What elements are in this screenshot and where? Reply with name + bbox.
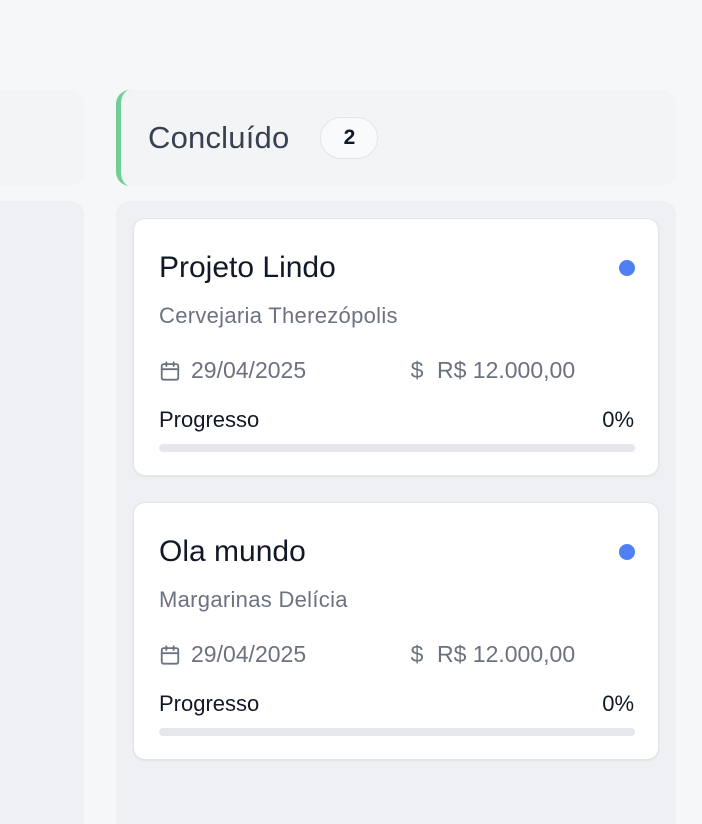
progress-bar	[159, 444, 635, 452]
card-title: Projeto Lindo	[159, 251, 336, 284]
status-dot	[619, 260, 635, 276]
column-count-badge: 2	[320, 117, 379, 159]
card-date: 29/04/2025	[159, 357, 306, 384]
kanban-board: Concluído 2 Projeto Lindo Cervejaria The…	[0, 0, 702, 824]
project-card[interactable]: Ola mundo Margarinas Delícia 29/04/2025 …	[133, 502, 659, 760]
column-body-concluido: Projeto Lindo Cervejaria Therezópolis 29…	[116, 201, 676, 824]
column-header-concluido: Concluído 2	[116, 90, 676, 186]
previous-column-body	[0, 201, 84, 824]
progress-label: Progresso	[159, 407, 260, 432]
card-value: $ R$ 12.000,00	[409, 641, 576, 668]
progress-label: Progresso	[159, 691, 260, 716]
progress-percent: 0%	[602, 407, 634, 432]
card-date-text: 29/04/2025	[191, 641, 307, 667]
card-value-text: R$ 12.000,00	[437, 641, 576, 667]
card-date-text: 29/04/2025	[191, 357, 307, 383]
calendar-icon	[160, 644, 180, 665]
project-card[interactable]: Projeto Lindo Cervejaria Therezópolis 29…	[133, 218, 659, 476]
progress-bar	[159, 728, 635, 736]
status-dot	[619, 544, 635, 560]
card-title: Ola mundo	[159, 535, 306, 568]
card-value: $ R$ 12.000,00	[409, 357, 576, 384]
calendar-icon	[160, 360, 180, 381]
card-value-text: R$ 12.000,00	[437, 357, 576, 383]
card-client: Margarinas Delícia	[159, 587, 348, 612]
dollar-icon: $	[410, 641, 424, 667]
card-client: Cervejaria Therezópolis	[159, 303, 398, 328]
previous-column-header	[0, 90, 84, 186]
card-meta: 29/04/2025 $ R$ 12.000,00	[159, 357, 635, 387]
dollar-icon: $	[410, 357, 424, 383]
card-meta: 29/04/2025 $ R$ 12.000,00	[159, 641, 635, 671]
progress-percent: 0%	[602, 691, 634, 716]
column-title: Concluído	[148, 120, 290, 155]
card-date: 29/04/2025	[159, 641, 306, 668]
